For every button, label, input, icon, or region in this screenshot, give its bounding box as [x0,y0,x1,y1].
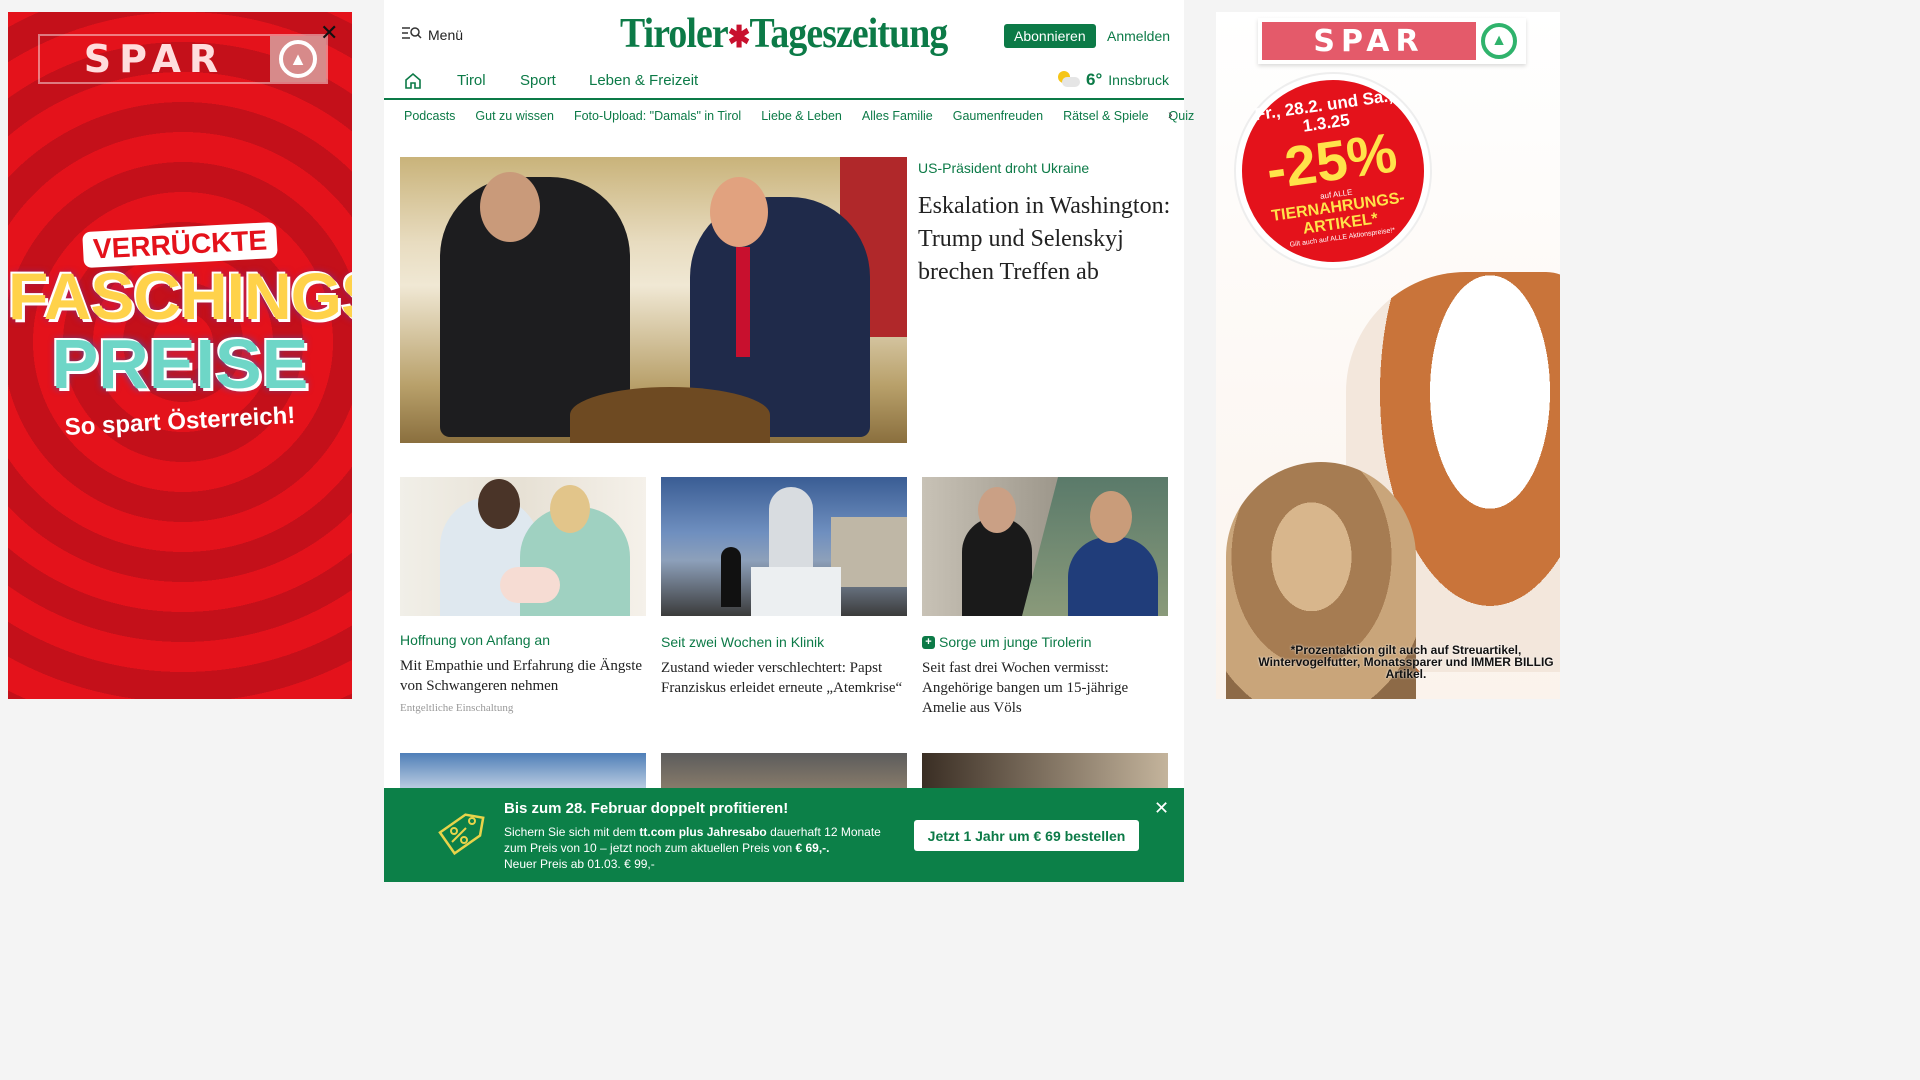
promo-text-brand: tt.com plus Jahresabo [639,825,767,839]
subnav-item-foto-upload[interactable]: Foto-Upload: "Damals" in Tirol [574,109,741,123]
left-ad-banner[interactable]: SPAR ▲ ✕ VERRÜCKTE FASCHINGS PREISE So s… [8,12,352,699]
weather-temp: 6° [1086,70,1103,89]
article-card[interactable]: Seit zwei Wochen in Klinik Zustand wiede… [661,477,907,698]
menu-label: Menü [428,26,464,43]
logo-text-left: Tiroler [620,11,729,57]
hero-kicker[interactable]: US-Präsident droht Ukraine [918,160,1089,176]
article-kicker: + Sorge um junge Tirolerin [922,634,1168,650]
promo-text-new-price: Neuer Preis ab 01.03. € 99,- [504,857,655,871]
spar-logo: SPAR ▲ [1258,18,1526,64]
article-image[interactable] [661,753,907,793]
hero-headline[interactable]: Eskalation in Washington: Trump und Sele… [918,190,1174,289]
subnav-item-gut-zu-wissen[interactable]: Gut zu wissen [475,109,554,123]
promo-text-price: € 69,-. [795,841,830,855]
ad-headline-bottom: PREISE [51,325,309,403]
plus-icon: + [922,635,935,649]
ad-tagline: So spart Österreich! [64,401,296,442]
tag-percent-icon [438,813,485,856]
chevron-right-icon[interactable]: › [1168,106,1173,122]
article-kicker-text: Sorge um junge Tirolerin [939,634,1092,650]
close-icon[interactable]: ✕ [1154,798,1169,819]
weather-icon [1056,71,1080,89]
promo-text-part: Sichern Sie sich mit dem [504,825,640,839]
spar-tree-icon: ▲ [1476,22,1522,60]
nav-item-sport[interactable]: Sport [520,72,556,89]
spar-logo-text: SPAR [1262,22,1476,60]
ad-disclaimer: *Prozentaktion gilt auch auf Streuartike… [1258,643,1554,681]
subscription-promo-banner: Bis zum 28. Februar doppelt profitieren!… [384,788,1184,882]
login-link[interactable]: Anmelden [1107,28,1170,44]
article-title[interactable]: Mit Empathie und Erfahrung die Ängste vo… [400,656,646,696]
subnav-item-alles-familie[interactable]: Alles Familie [862,109,933,123]
weather-city: Innsbruck [1108,72,1169,88]
site-logo[interactable]: Tiroler✱Tageszeitung [620,10,949,58]
menu-button[interactable]: Menü [402,26,463,43]
article-card[interactable]: Hoffnung von Anfang an Mit Empathie und … [400,477,646,714]
sub-nav: Podcasts Gut zu wissen Foto-Upload: "Dam… [384,100,1194,132]
order-button[interactable]: Jetzt 1 Jahr um € 69 bestellen [914,820,1139,851]
article-image[interactable] [661,477,907,616]
ad-headline: VERRÜCKTE FASCHINGS PREISE [8,221,352,403]
weather-widget[interactable]: 6° Innsbruck [1056,70,1169,90]
right-ad-banner[interactable]: SPAR ▲ Fr., 28.2. und Sa., 1.3.25 -25% a… [1216,12,1560,699]
article-kicker: Hoffnung von Anfang an [400,632,550,648]
menu-search-icon [402,26,422,43]
main-nav: Tirol Sport Leben & Freizeit 6° Innsbruc… [384,62,1184,100]
nav-item-tirol[interactable]: Tirol [457,72,486,89]
hero-image[interactable] [400,157,907,443]
article-kicker: Seit zwei Wochen in Klinik [661,634,825,650]
logo-text-right: Tageszeitung [749,11,949,57]
nav-item-leben-freizeit[interactable]: Leben & Freizeit [589,72,698,89]
subnav-item-raetsel-spiele[interactable]: Rätsel & Spiele [1063,109,1148,123]
article-image[interactable] [400,753,646,793]
subnav-item-podcasts[interactable]: Podcasts [404,109,455,123]
spar-logo-text: SPAR [83,37,227,81]
discount-badge: Fr., 28.2. und Sa., 1.3.25 -25% auf ALLE… [1223,61,1443,281]
subnav-item-gaumenfreuden[interactable]: Gaumenfreuden [953,109,1043,123]
home-icon[interactable] [404,72,422,90]
site-header: Menü Tiroler✱Tageszeitung Abonnieren Anm… [384,0,1184,62]
subnav-item-liebe-leben[interactable]: Liebe & Leben [761,109,842,123]
article-image[interactable] [922,477,1168,616]
spar-logo: SPAR ▲ [38,34,328,84]
article-title[interactable]: Zustand wieder verschlechtert: Papst Fra… [661,658,907,698]
article-card[interactable]: + Sorge um junge Tirolerin Seit fast dre… [922,477,1168,718]
promo-title: Bis zum 28. Februar doppelt profitieren! [504,800,789,817]
main-content: Menü Tiroler✱Tageszeitung Abonnieren Anm… [384,0,1194,882]
sponsored-note: Entgeltliche Einschaltung [400,702,514,714]
ad-headline-mid: FASCHINGS [8,259,352,333]
ad-close-icon[interactable]: ✕ [320,20,338,46]
article-image[interactable] [400,477,646,616]
page: SPAR ▲ ✕ VERRÜCKTE FASCHINGS PREISE So s… [0,0,1568,882]
article-image[interactable] [922,753,1168,793]
eagle-icon: ✱ [727,21,751,54]
spar-tree-icon: ▲ [270,36,326,82]
article-title[interactable]: Seit fast drei Wochen vermisst: Angehöri… [922,658,1168,718]
subscribe-button[interactable]: Abonnieren [1004,24,1096,48]
promo-text: Sichern Sie sich mit dem tt.com plus Jah… [504,824,894,872]
